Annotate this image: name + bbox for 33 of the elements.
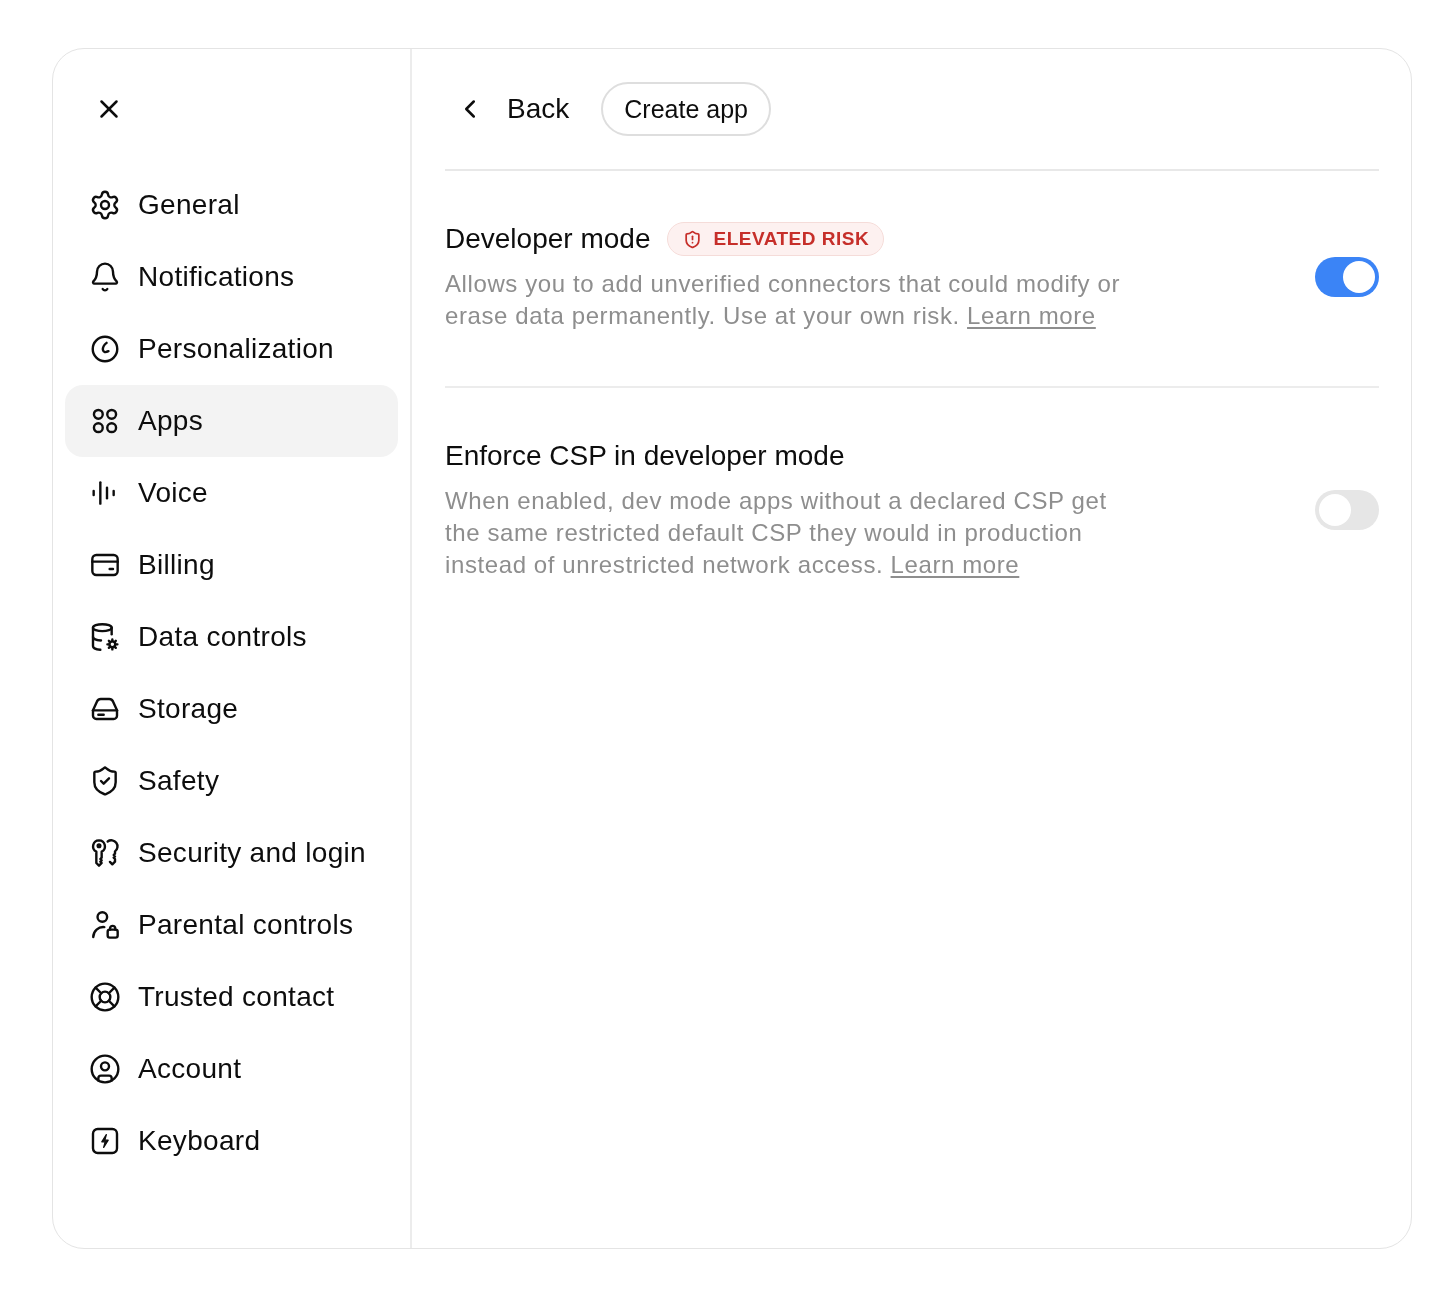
lightning-square-icon bbox=[89, 1125, 121, 1157]
create-app-button[interactable]: Create app bbox=[601, 82, 771, 136]
sidebar-item[interactable]: Data controls bbox=[65, 601, 398, 673]
sidebar-item[interactable]: Keyboard bbox=[65, 1105, 398, 1177]
sidebar-item[interactable]: Parental controls bbox=[65, 889, 398, 961]
sidebar-item[interactable]: Apps bbox=[65, 385, 398, 457]
setting-description: Allows you to add unverified connectors that could modify or erase data permanently. Use at your own risk. Learn more bbox=[445, 269, 1121, 331]
sidebar-item[interactable]: Billing bbox=[65, 529, 398, 601]
back-button[interactable]: Back bbox=[445, 82, 570, 136]
database-gear-icon bbox=[89, 621, 121, 653]
setting-title: Enforce CSP in developer mode bbox=[445, 439, 845, 473]
sidebar-item[interactable]: Trusted contact bbox=[65, 961, 398, 1033]
sidebar-item[interactable]: General bbox=[65, 169, 398, 241]
shield-alert-icon bbox=[683, 229, 703, 249]
keys-icon bbox=[89, 837, 121, 869]
sidebar-item[interactable]: Storage bbox=[65, 673, 398, 745]
settings-icon bbox=[89, 189, 121, 221]
sidebar-item[interactable]: Account bbox=[65, 1033, 398, 1105]
toggle-switch[interactable] bbox=[1315, 489, 1379, 530]
sidebar-item[interactable]: Notifications bbox=[65, 241, 398, 313]
person-lock-icon bbox=[89, 909, 121, 941]
setting-title: Developer mode bbox=[445, 222, 651, 256]
bell-icon bbox=[89, 261, 121, 293]
sidebar-item[interactable]: Personalization bbox=[65, 313, 398, 385]
user-circle-icon bbox=[89, 1053, 121, 1085]
lifebuoy-icon bbox=[89, 981, 121, 1013]
badge-label: ELEVATED RISK bbox=[713, 228, 870, 250]
sidebar-item[interactable]: Voice bbox=[65, 457, 398, 529]
toggle-switch[interactable] bbox=[1315, 256, 1379, 297]
sidebar-item[interactable]: Safety bbox=[65, 745, 398, 817]
circle-swirl-icon bbox=[89, 333, 121, 365]
sidebar-item[interactable]: Security and login bbox=[65, 817, 398, 889]
setting-description: When enabled, dev mode apps without a declared CSP get the same restricted default CSP they would in production instead of unrestricted network access. Learn more bbox=[445, 486, 1108, 580]
